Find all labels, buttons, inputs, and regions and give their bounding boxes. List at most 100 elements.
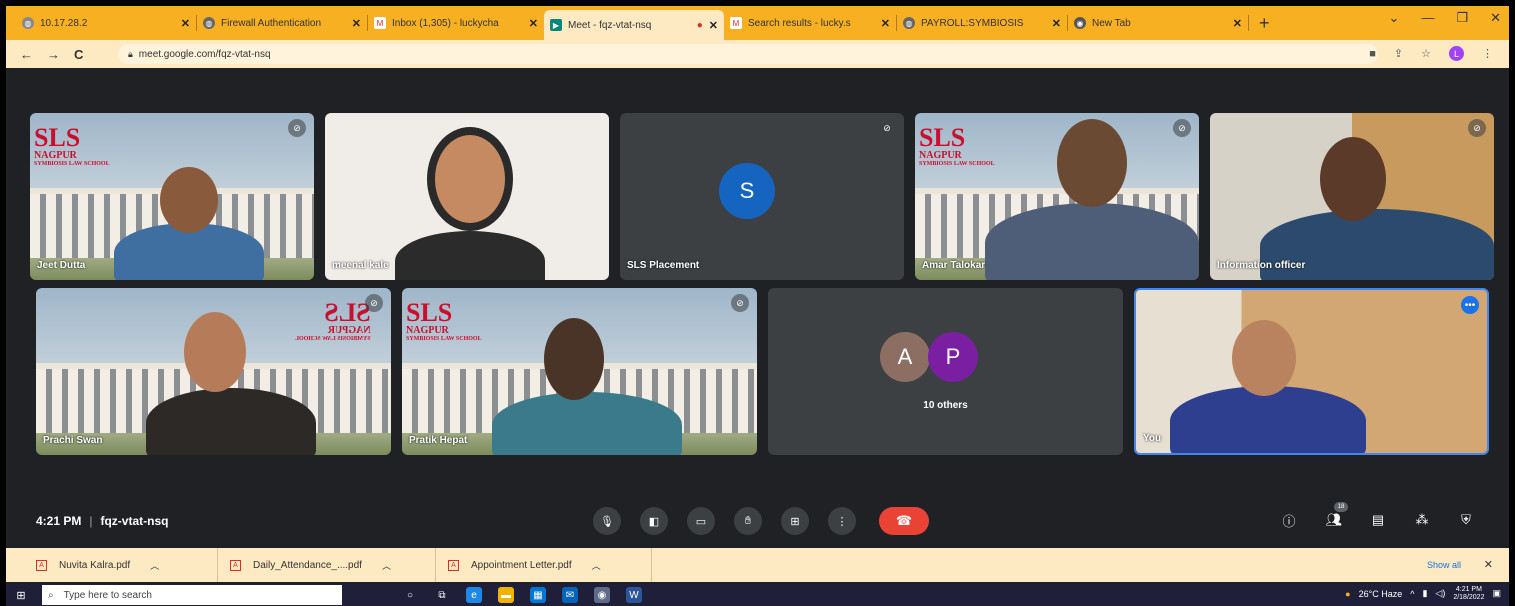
- chrome-icon: ◉: [1074, 17, 1086, 29]
- participant-head: [160, 167, 218, 233]
- lock-icon: 🔒︎: [128, 48, 133, 59]
- download-item[interactable]: A Nuvita Kalra.pdf ︿: [6, 548, 218, 582]
- chevron-up-icon[interactable]: ^: [1410, 589, 1414, 599]
- search-placeholder: Type here to search: [63, 589, 152, 601]
- close-icon[interactable]: ✕: [352, 17, 361, 30]
- volume-icon[interactable]: ◁): [1435, 588, 1445, 599]
- self-view-tile[interactable]: ••• You: [1134, 288, 1489, 455]
- leave-call-button[interactable]: ☎︎: [879, 507, 929, 535]
- microphone-button[interactable]: 🎙︎: [593, 507, 621, 535]
- close-icon[interactable]: ✕: [529, 17, 538, 30]
- close-downloads-button[interactable]: ✕: [1484, 558, 1493, 571]
- network-icon[interactable]: ▮: [1422, 588, 1427, 599]
- tab-meet[interactable]: ▶ Meet - fqz-vtat-nsq ● ✕: [544, 10, 724, 40]
- participant-name: SLS Placement: [627, 260, 700, 271]
- hang-up-icon: ☎︎: [895, 513, 913, 528]
- tab-search-icon[interactable]: ⌄: [1389, 10, 1400, 26]
- chevron-up-icon[interactable]: ︿: [382, 559, 391, 572]
- activities-button[interactable]: ⁂: [1410, 508, 1434, 532]
- kebab-icon: ⋮: [836, 515, 848, 528]
- chat-icon: ▤: [1371, 512, 1385, 527]
- raise-hand-button[interactable]: ✋︎: [734, 507, 762, 535]
- participant-tile[interactable]: SLS NAGPUR SYMBIOSIS LAW SCHOOL ⊘ Jeet Dut…: [30, 113, 314, 280]
- new-tab-button[interactable]: +: [1259, 13, 1270, 34]
- participant-name: Prachi Swan: [43, 435, 103, 446]
- close-icon[interactable]: ✕: [181, 17, 190, 30]
- show-all-downloads-link[interactable]: Show all: [1427, 560, 1461, 570]
- meeting-details-button[interactable]: ⓘ: [1277, 508, 1301, 532]
- windows-start-button[interactable]: ⊞: [10, 584, 32, 606]
- participant-head: [544, 318, 604, 400]
- tab-new-tab[interactable]: ◉ New Tab ✕: [1068, 10, 1248, 36]
- minimize-button[interactable]: —: [1421, 10, 1434, 26]
- task-view-icon[interactable]: ⧉: [434, 587, 450, 603]
- chevron-up-icon[interactable]: ︿: [592, 559, 601, 572]
- word-icon[interactable]: W: [626, 587, 642, 603]
- present-button[interactable]: ⊞: [781, 507, 809, 535]
- menu-kebab-icon[interactable]: ⋮: [1482, 47, 1493, 60]
- participant-tile[interactable]: SLS NAGPUR SYMBIOSIS LAW SCHOOL ⊘ Amar Tal…: [915, 113, 1199, 280]
- chrome-icon[interactable]: ◉: [594, 587, 610, 603]
- participant-tile[interactable]: ⊘ Information officer: [1210, 113, 1494, 280]
- close-icon[interactable]: ✕: [881, 17, 890, 30]
- mic-off-icon: ⊘: [883, 122, 891, 133]
- taskbar-search-box[interactable]: ⌕ Type here to search: [42, 585, 342, 605]
- weather-text[interactable]: 26°C Haze: [1359, 589, 1403, 599]
- download-item[interactable]: A Appointment Letter.pdf ︿: [436, 548, 652, 582]
- toolbar-actions: ■ ⇪ ☆ L ⋮: [1369, 46, 1493, 61]
- tab-firewall[interactable]: ◍ Firewall Authentication ✕: [197, 10, 367, 36]
- tab-search-results[interactable]: M Search results - lucky.s ✕: [724, 10, 896, 36]
- download-item[interactable]: A Daily_Attendance_....pdf ︿: [218, 548, 436, 582]
- host-controls-button[interactable]: ⛨: [1454, 508, 1478, 532]
- mic-off-icon: ⊘: [1468, 119, 1486, 137]
- sls-logo: SLS NAGPUR SYMBIOSIS LAW SCHOOL: [34, 123, 110, 168]
- reload-button[interactable]: C: [74, 47, 83, 62]
- camera-in-use-icon[interactable]: ■: [1369, 48, 1376, 60]
- participant-tile[interactable]: meenal kale: [325, 113, 609, 280]
- meet-icon: ▶: [550, 19, 562, 31]
- share-icon[interactable]: ⇪: [1394, 47, 1403, 60]
- captions-button[interactable]: ▭: [687, 507, 715, 535]
- store-icon[interactable]: ▦: [530, 587, 546, 603]
- cortana-icon[interactable]: ○: [402, 587, 418, 603]
- participant-head: [1057, 119, 1127, 207]
- participant-tile[interactable]: SLS NAGPUR SYMBIOSIS LAW SCHOOL ⊘ Pratik H…: [402, 288, 757, 455]
- camera-button[interactable]: ◧: [640, 507, 668, 535]
- chat-button[interactable]: ▤: [1366, 508, 1390, 532]
- participant-tile[interactable]: S ⊘ SLS Placement: [620, 113, 904, 280]
- profile-avatar[interactable]: L: [1449, 46, 1464, 61]
- participant-body: [146, 388, 316, 455]
- chevron-up-icon[interactable]: ︿: [150, 559, 159, 572]
- close-icon[interactable]: ✕: [1233, 17, 1242, 30]
- screen: ◍ 10.17.28.2 ✕ ◍ Firewall Authentication ✕ M…: [6, 6, 1509, 606]
- mail-icon[interactable]: ✉: [562, 587, 578, 603]
- sls-logo: SLS NAGPUR SYMBIOSIS LAW SCHOOL: [406, 298, 482, 343]
- close-icon[interactable]: ✕: [709, 19, 718, 32]
- gmail-icon: M: [374, 17, 386, 29]
- file-explorer-icon[interactable]: ▬: [498, 587, 514, 603]
- back-button[interactable]: ←: [20, 47, 33, 62]
- more-options-icon[interactable]: •••: [1461, 296, 1479, 314]
- pdf-icon: A: [448, 559, 459, 571]
- participant-name: Jeet Dutta: [37, 260, 86, 271]
- sls-logo: SLS NAGPUR SYMBIOSIS LAW SCHOOL: [919, 123, 995, 168]
- close-window-button[interactable]: ✕: [1490, 10, 1501, 26]
- forward-button[interactable]: →: [47, 47, 60, 62]
- participant-tile[interactable]: SLS NAGPUR SYMBIOSIS LAW SCHOOL ⊘ Prachi S…: [36, 288, 391, 455]
- tab-10-17-28-2[interactable]: ◍ 10.17.28.2 ✕: [16, 10, 196, 36]
- tab-payroll[interactable]: ◍ PAYROLL:SYMBIOSIS ✕: [897, 10, 1067, 36]
- tab-inbox[interactable]: M Inbox (1,305) - luckycha ✕: [368, 10, 544, 36]
- notifications-icon[interactable]: ▣: [1492, 588, 1501, 599]
- bookmark-star-icon[interactable]: ☆: [1421, 47, 1431, 60]
- taskbar-clock[interactable]: 4:21 PM 2/18/2022: [1453, 586, 1484, 601]
- others-tile[interactable]: A P 10 others: [768, 288, 1123, 455]
- restore-button[interactable]: ❐: [1456, 10, 1468, 26]
- more-options-button[interactable]: ⋮: [828, 507, 856, 535]
- download-filename: Nuvita Kalra.pdf: [59, 559, 131, 571]
- address-bar[interactable]: 🔒︎ meet.google.com/fqz-vtat-nsq: [118, 44, 1378, 64]
- participant-name: meenal kale: [332, 260, 389, 271]
- edge-icon[interactable]: e: [466, 587, 482, 603]
- meeting-time: 4:21 PM: [36, 514, 82, 528]
- close-icon[interactable]: ✕: [1052, 17, 1061, 30]
- participant-head: [1320, 137, 1386, 221]
